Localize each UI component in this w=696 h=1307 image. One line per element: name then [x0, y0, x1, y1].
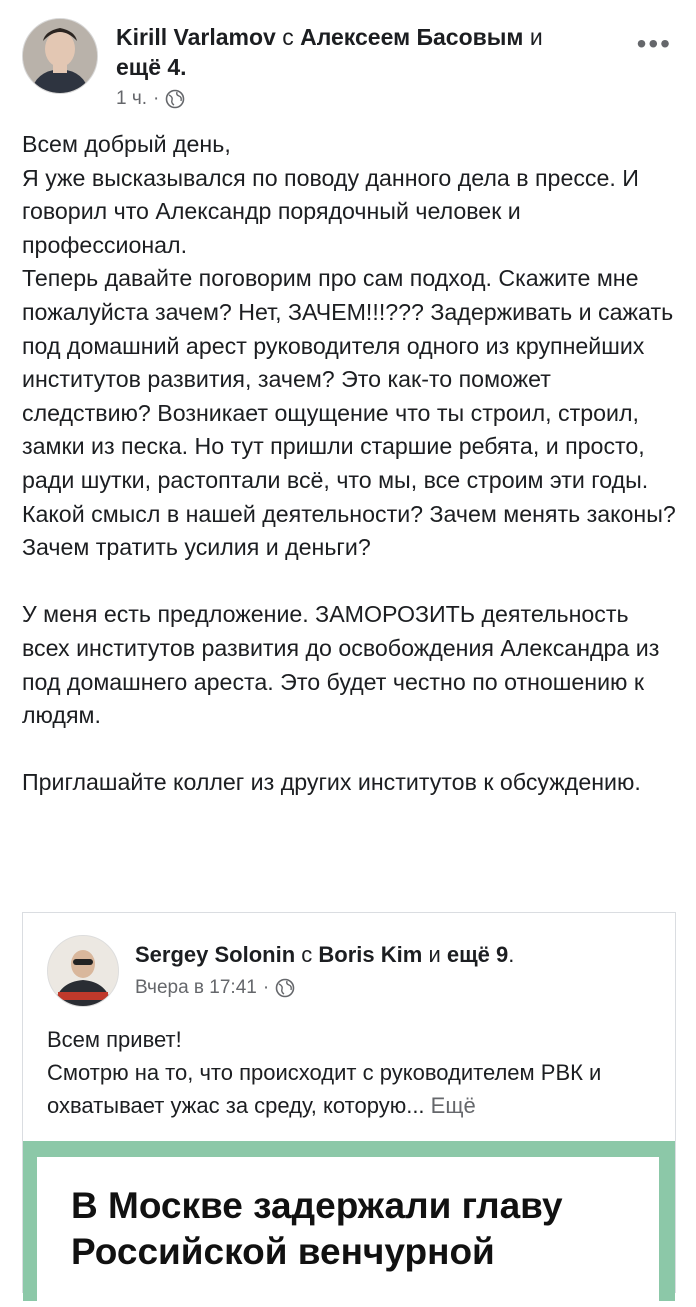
shared-excerpt: Смотрю на то, что происходит с руководит…: [47, 1056, 663, 1122]
article-preview-inner: В Москве задержали главу Российской венч…: [37, 1157, 659, 1307]
more-dots-icon[interactable]: •••: [637, 28, 672, 60]
post-paragraph: Я уже высказывался по поводу данного дел…: [22, 164, 639, 258]
post-paragraph: Теперь давайте поговорим про сам подход.…: [22, 265, 676, 561]
post-body: Всем добрый день, Я уже высказывался по …: [22, 128, 682, 800]
post-time[interactable]: 1 ч.: [116, 88, 147, 110]
shared-tagged-others[interactable]: ещё 9: [447, 942, 508, 967]
shared-author-name[interactable]: Sergey Solonin: [135, 942, 295, 967]
post-paragraph: Приглашайте коллег из других институтов …: [22, 769, 641, 796]
shared-tagged-person[interactable]: Boris Kim: [318, 942, 422, 967]
globe-icon: [275, 978, 295, 998]
tagged-person[interactable]: Алексеем Басовым: [300, 24, 523, 50]
shared-excerpt-text: Смотрю на то, что происходит с руководит…: [47, 1060, 602, 1118]
tagged-others[interactable]: ещё 4.: [116, 54, 187, 80]
meta-separator: ·: [153, 88, 160, 109]
post-greeting: Всем добрый день,: [22, 131, 231, 157]
author-avatar[interactable]: [22, 18, 98, 94]
with-word: с: [282, 24, 294, 50]
article-preview[interactable]: В Москве задержали главу Российской венч…: [23, 1141, 675, 1307]
globe-icon: [166, 89, 185, 109]
shared-meta: Вчера в 17:41 ·: [135, 977, 295, 999]
post-meta: 1 ч. ·: [116, 88, 185, 110]
post-paragraph: У меня есть предложение. ЗАМОРОЗИТЬ деят…: [22, 601, 660, 729]
shared-with-word: с: [301, 942, 313, 967]
see-more-link[interactable]: Ещё: [431, 1093, 476, 1118]
shared-meta-separator: ·: [262, 977, 270, 998]
shared-author-avatar[interactable]: [47, 935, 119, 1007]
shared-greeting: Всем привет!: [47, 1027, 182, 1052]
shared-post-card[interactable]: Sergey Solonin с Boris Kim и ещё 9. Вчер…: [22, 912, 676, 1307]
shared-dot: .: [508, 942, 515, 967]
article-title: В Москве задержали главу Российской венч…: [71, 1185, 563, 1272]
shared-post-body: Всем привет! Смотрю на то, что происходи…: [47, 1023, 663, 1122]
shared-author-line: Sergey Solonin с Boris Kim и ещё 9.: [135, 941, 514, 969]
post-header: Kirill Varlamov с Алексеем Басовым и ещё…: [22, 18, 682, 118]
shared-and-word: и: [428, 942, 441, 967]
post-author-line: Kirill Varlamov с Алексеем Басовым и ещё…: [116, 22, 616, 82]
author-name[interactable]: Kirill Varlamov: [116, 24, 276, 50]
shared-time[interactable]: Вчера в 17:41: [135, 977, 257, 999]
and-word: и: [529, 24, 543, 50]
